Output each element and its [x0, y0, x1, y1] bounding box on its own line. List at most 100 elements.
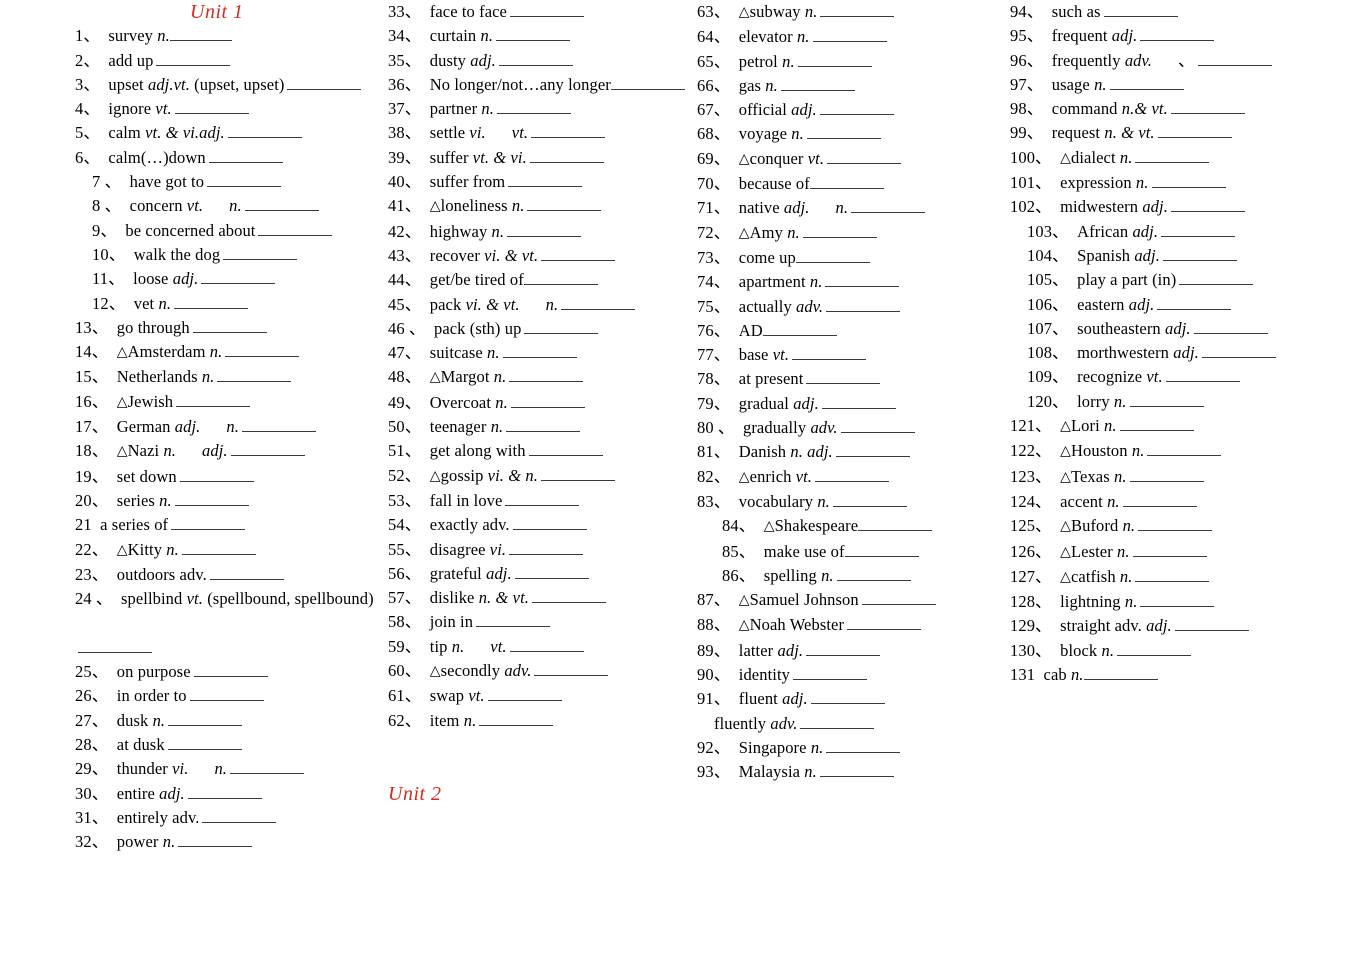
answer-blank[interactable]: [840, 419, 915, 434]
answer-blank[interactable]: [820, 2, 895, 17]
answer-blank[interactable]: [192, 318, 267, 333]
answer-blank[interactable]: [201, 270, 276, 285]
answer-blank[interactable]: [223, 245, 298, 260]
answer-blank[interactable]: [1140, 27, 1215, 42]
answer-blank[interactable]: [541, 246, 616, 261]
answer-blank[interactable]: [169, 27, 232, 42]
answer-blank[interactable]: [207, 173, 282, 188]
answer-blank[interactable]: [851, 199, 926, 214]
answer-blank[interactable]: [812, 28, 887, 43]
answer-blank[interactable]: [1161, 222, 1236, 237]
answer-blank[interactable]: [502, 344, 577, 359]
answer-blank[interactable]: [858, 517, 933, 532]
answer-blank[interactable]: [529, 148, 604, 163]
answer-blank[interactable]: [835, 443, 910, 458]
answer-blank[interactable]: [1157, 295, 1232, 310]
answer-blank[interactable]: [167, 735, 242, 750]
answer-blank[interactable]: [1129, 467, 1204, 482]
answer-blank[interactable]: [815, 467, 890, 482]
answer-blank[interactable]: [534, 662, 609, 677]
answer-blank[interactable]: [258, 221, 333, 236]
answer-blank[interactable]: [806, 125, 881, 140]
answer-blank[interactable]: [230, 760, 305, 775]
answer-blank[interactable]: [806, 370, 881, 385]
answer-blank[interactable]: [505, 491, 580, 506]
answer-blank[interactable]: [844, 542, 919, 557]
answer-blank[interactable]: [208, 148, 283, 163]
answer-blank[interactable]: [792, 666, 867, 681]
answer-blank[interactable]: [810, 690, 885, 705]
answer-blank[interactable]: [514, 564, 589, 579]
answer-blank[interactable]: [532, 589, 606, 604]
answer-blank[interactable]: [1132, 542, 1207, 557]
answer-blank[interactable]: [1109, 75, 1184, 90]
answer-blank[interactable]: [209, 565, 284, 580]
answer-blank[interactable]: [510, 393, 585, 408]
answer-blank[interactable]: [1140, 593, 1215, 608]
answer-blank[interactable]: [1162, 246, 1237, 261]
answer-blank[interactable]: [523, 271, 598, 286]
answer-blank[interactable]: [528, 442, 603, 457]
answer-blank[interactable]: [179, 467, 254, 482]
answer-blank[interactable]: [809, 175, 884, 190]
answer-blank[interactable]: [1151, 174, 1226, 189]
answer-blank[interactable]: [1083, 666, 1158, 681]
answer-blank[interactable]: [819, 101, 894, 116]
answer-blank[interactable]: [1147, 442, 1222, 457]
answer-blank[interactable]: [1122, 492, 1197, 507]
answer-blank[interactable]: [800, 714, 875, 729]
answer-blank[interactable]: [826, 738, 901, 753]
answer-blank[interactable]: [189, 687, 264, 702]
answer-blank[interactable]: [230, 442, 305, 457]
answer-blank[interactable]: [836, 566, 911, 581]
answer-blank[interactable]: [479, 711, 554, 726]
answer-blank[interactable]: [509, 540, 584, 555]
answer-blank[interactable]: [780, 76, 855, 91]
answer-blank[interactable]: [187, 784, 262, 799]
answer-blank[interactable]: [178, 833, 253, 848]
answer-blank[interactable]: [827, 149, 902, 164]
answer-blank[interactable]: [1135, 567, 1210, 582]
answer-blank[interactable]: [174, 294, 249, 309]
answer-blank[interactable]: [174, 491, 249, 506]
answer-blank[interactable]: [819, 763, 894, 778]
answer-blank[interactable]: [1170, 100, 1245, 115]
answer-blank[interactable]: [1165, 368, 1240, 383]
answer-blank[interactable]: [1170, 198, 1245, 213]
answer-blank[interactable]: [540, 466, 615, 481]
answer-blank[interactable]: [171, 516, 246, 531]
answer-blank[interactable]: [78, 638, 152, 653]
answer-blank[interactable]: [1117, 641, 1192, 656]
answer-blank[interactable]: [227, 124, 302, 139]
answer-blank[interactable]: [508, 173, 583, 188]
answer-blank[interactable]: [156, 51, 231, 66]
answer-blank[interactable]: [531, 124, 606, 139]
answer-blank[interactable]: [1197, 51, 1272, 66]
answer-blank[interactable]: [1119, 417, 1194, 432]
answer-blank[interactable]: [762, 321, 837, 336]
answer-blank[interactable]: [476, 613, 551, 628]
answer-blank[interactable]: [176, 392, 251, 407]
answer-blank[interactable]: [496, 27, 571, 42]
answer-blank[interactable]: [244, 197, 319, 212]
answer-blank[interactable]: [217, 368, 292, 383]
answer-blank[interactable]: [1129, 392, 1204, 407]
answer-blank[interactable]: [506, 418, 581, 433]
answer-blank[interactable]: [797, 52, 872, 67]
answer-blank[interactable]: [512, 516, 587, 531]
answer-blank[interactable]: [1138, 517, 1213, 532]
answer-blank[interactable]: [509, 2, 584, 17]
answer-blank[interactable]: [861, 591, 936, 606]
answer-blank[interactable]: [826, 297, 901, 312]
answer-blank[interactable]: [792, 346, 867, 361]
answer-blank[interactable]: [509, 637, 584, 652]
answer-blank[interactable]: [287, 75, 362, 90]
answer-blank[interactable]: [509, 368, 584, 383]
answer-blank[interactable]: [487, 687, 562, 702]
answer-blank[interactable]: [561, 295, 636, 310]
answer-blank[interactable]: [847, 616, 922, 631]
answer-blank[interactable]: [507, 222, 582, 237]
answer-blank[interactable]: [174, 100, 249, 115]
answer-blank[interactable]: [1179, 271, 1254, 286]
answer-blank[interactable]: [1193, 319, 1268, 334]
